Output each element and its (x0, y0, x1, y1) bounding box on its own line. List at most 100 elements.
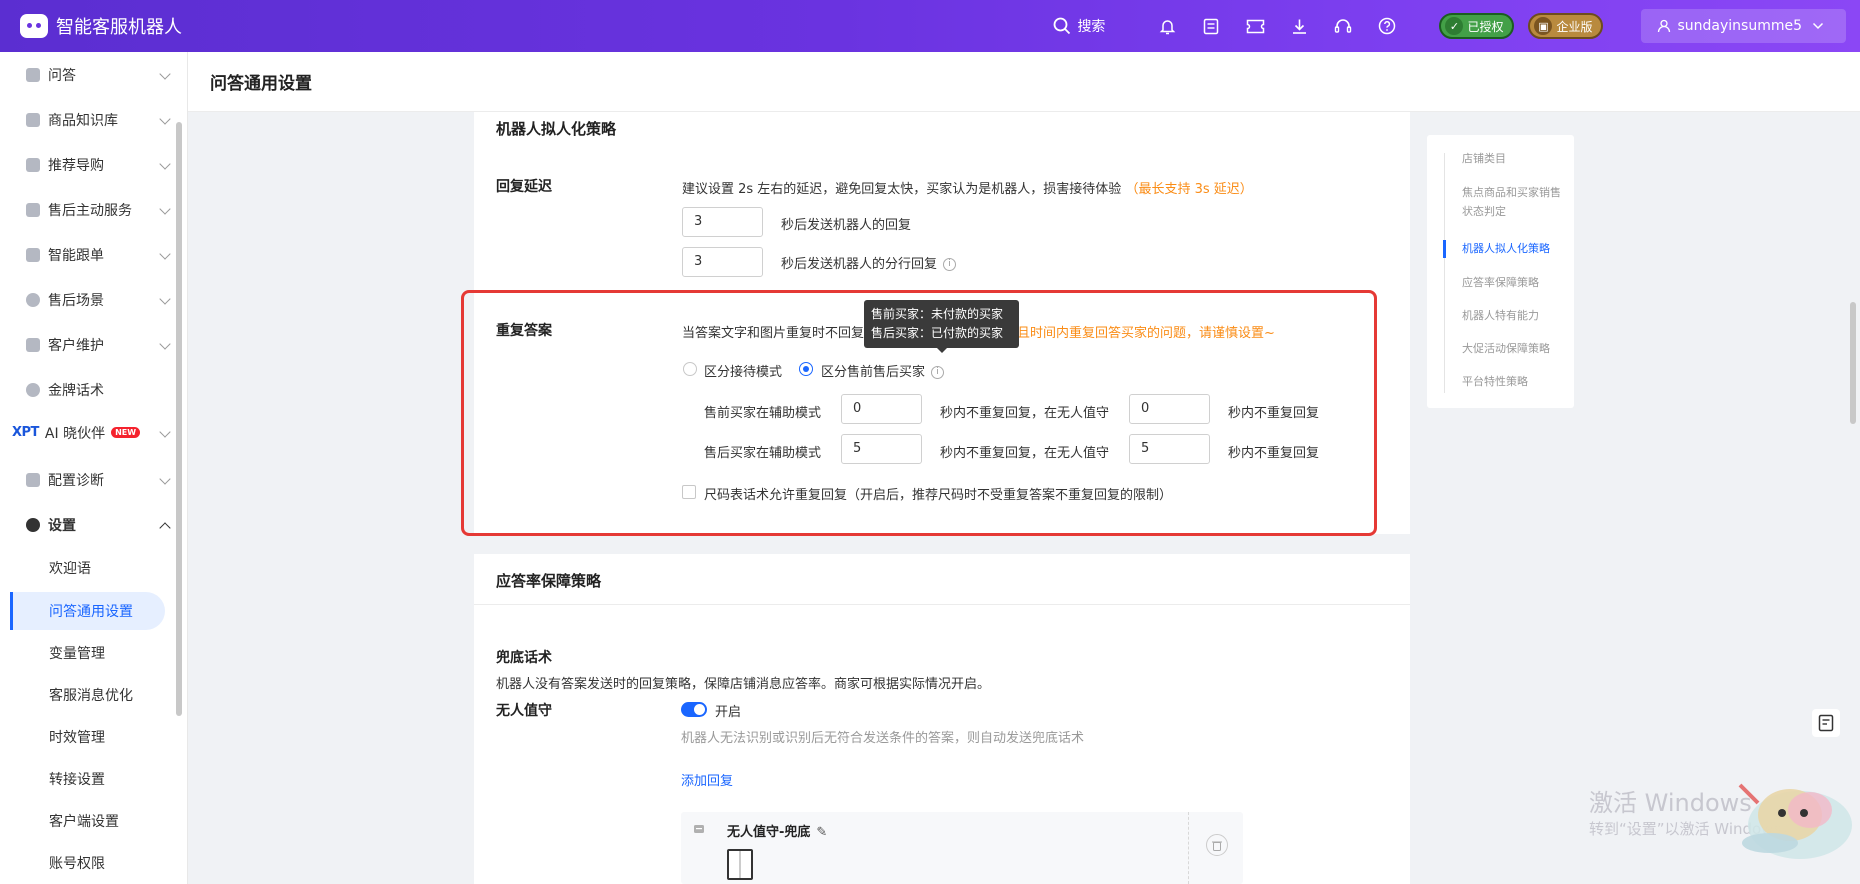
sidebar-subitem-message-optimize[interactable]: 客服消息优化 (10, 676, 165, 714)
sidebar-subitem-label: 客户端设置 (49, 814, 119, 830)
sidebar-item-ai-partner[interactable]: XPT AI 晓伙伴 NEW (0, 410, 175, 455)
sidebar-item-customer-care[interactable]: 客户维护 (0, 322, 175, 367)
sidebar-item-gold-scripts[interactable]: 金牌话术 (0, 367, 175, 412)
sidebar-item-settings[interactable]: 设置 (0, 502, 175, 547)
scene-icon (26, 292, 40, 307)
chevron-down-icon (159, 293, 171, 305)
authorized-badge: ✓ 已授权 (1439, 13, 1515, 39)
anchor-link-store-category[interactable]: 店铺类目 (1462, 149, 1562, 168)
sidebar-subitem-permissions[interactable]: 账号权限 (10, 844, 165, 882)
headset-icon[interactable] (1321, 0, 1365, 52)
split-delay-row: 秒后发送机器人的分行回复 i (781, 253, 957, 272)
sidebar-item-recommend[interactable]: 推荐导购 (0, 142, 175, 187)
fallback-title: 兜底话术 (496, 650, 552, 666)
sidebar: 问答 商品知识库 推荐导购 售后主动服务 智能跟单 售后场景 客户维护 金牌话术… (0, 52, 188, 884)
robot-logo-icon (20, 14, 48, 38)
chevron-down-icon (159, 113, 171, 125)
sidebar-item-smart-followup[interactable]: 智能跟单 (0, 232, 175, 277)
sidebar-subitem-welcome[interactable]: 欢迎语 (10, 549, 165, 587)
reply-image-thumbnail[interactable] (727, 849, 753, 880)
sidebar-item-config-diagnosis[interactable]: 配置诊断 (0, 457, 175, 502)
buyer-type-tooltip: 售前买家：未付款的买家 售后买家：已付款的买家 (864, 300, 1019, 353)
sidebar-item-label: 配置诊断 (48, 472, 104, 489)
reply-card-divider (1188, 812, 1189, 884)
reply-delay-hint-text: 建议设置 2s 左右的延迟，避免回复太快，买家认为是机器人，损害接待体验 (682, 182, 1122, 197)
help-icon[interactable] (1365, 0, 1409, 52)
sidebar-item-label: 客户维护 (48, 337, 104, 354)
reply-delay-hint-highlight: （最长支持 3s 延迟） (1125, 182, 1253, 197)
split-delay-input[interactable]: 3 (682, 247, 763, 277)
notification-bell-icon[interactable] (1145, 0, 1189, 52)
anchor-track (1444, 153, 1445, 393)
xpt-logo: XPT (12, 425, 39, 440)
anchor-link-promotion[interactable]: 大促活动保障策略 (1462, 339, 1562, 358)
search-button[interactable]: 搜索 (1053, 16, 1105, 36)
robot-strategy-title: 机器人拟人化策略 (496, 120, 617, 138)
mascot-illustration[interactable] (1700, 755, 1855, 863)
chevron-down-icon (159, 338, 171, 350)
anchor-link-focus-product[interactable]: 焦点商品和买家销售状态判定 (1462, 183, 1562, 221)
user-menu[interactable]: sundayinsumme5 (1641, 9, 1846, 43)
sidebar-subitem-timeliness[interactable]: 时效管理 (10, 718, 165, 756)
sidebar-subitem-transfer[interactable]: 转接设置 (10, 760, 165, 798)
fallback-desc: 机器人没有答案发送时的回复策略，保障店铺消息应答率。商家可根据实际情况开启。 (496, 677, 991, 692)
sidebar-item-label: 推荐导购 (48, 157, 104, 174)
diagnosis-icon (26, 472, 40, 487)
shopping-bag-icon (26, 112, 40, 127)
app-logo[interactable]: 智能客服机器人 (20, 13, 182, 39)
reply-delay-input[interactable]: 3 (682, 207, 763, 237)
unattended-toggle[interactable] (681, 702, 707, 717)
reply-card: 无人值守-兜底 ✎ (681, 812, 1243, 884)
ticket-icon[interactable] (1233, 0, 1277, 52)
sidebar-scrollbar[interactable] (176, 122, 182, 716)
reply-delay-label: 回复延迟 (496, 179, 552, 195)
chevron-down-icon (159, 203, 171, 215)
search-icon (1054, 17, 1071, 35)
sidebar-item-aftersale-service[interactable]: 售后主动服务 (0, 187, 175, 232)
unattended-label: 无人值守 (496, 703, 552, 719)
split-delay-text: 秒后发送机器人的分行回复 (781, 257, 938, 272)
delete-icon[interactable] (1206, 834, 1228, 856)
anchor-link-robot-strategy[interactable]: 机器人拟人化策略 (1462, 239, 1562, 258)
toggle-text: 开启 (715, 705, 742, 720)
task-list-icon[interactable] (1189, 0, 1233, 52)
page-title: 问答通用设置 (188, 52, 1860, 112)
chevron-up-icon (159, 522, 171, 534)
sidebar-subitem-variables[interactable]: 变量管理 (10, 634, 165, 672)
user-icon (1658, 19, 1671, 33)
username: sundayinsumme5 (1677, 18, 1802, 34)
main-scrollbar[interactable] (1850, 302, 1856, 424)
document-icon (26, 247, 40, 262)
sidebar-item-product-kb[interactable]: 商品知识库 (0, 97, 175, 142)
add-reply-link[interactable]: 添加回复 (681, 770, 733, 789)
new-badge: NEW (111, 427, 141, 438)
anchor-link-response-rate[interactable]: 应答率保障策略 (1462, 273, 1562, 292)
authorized-badge-label: 已授权 (1467, 19, 1504, 34)
sidebar-subitem-qa-general[interactable]: 问答通用设置 (10, 592, 165, 630)
enterprise-badge: ▣ 企业版 (1528, 13, 1604, 39)
sidebar-subitem-label: 变量管理 (49, 646, 105, 662)
info-icon[interactable]: i (943, 258, 957, 271)
gear-icon (26, 517, 40, 532)
sidebar-item-aftersale-scene[interactable]: 售后场景 (0, 277, 175, 322)
sidebar-item-label: 售后场景 (48, 292, 104, 309)
anchor-link-robot-abilities[interactable]: 机器人特有能力 (1462, 306, 1562, 325)
anchor-link-platform[interactable]: 平台特性策略 (1462, 372, 1562, 391)
app-title: 智能客服机器人 (56, 17, 182, 38)
service-icon (26, 202, 40, 217)
sidebar-subitem-label: 账号权限 (49, 856, 105, 872)
enterprise-icon: ▣ (1534, 17, 1553, 35)
sidebar-item-label: 商品知识库 (48, 112, 118, 129)
download-icon[interactable] (1277, 0, 1321, 52)
chevron-down-icon (159, 68, 171, 80)
sidebar-subitem-client[interactable]: 客户端设置 (10, 802, 165, 840)
edit-pencil-icon[interactable]: ✎ (816, 825, 827, 840)
card-divider (474, 604, 1410, 605)
unattended-desc: 机器人无法识别或识别后无符合发送条件的答案，则自动发送兜底话术 (681, 731, 1085, 746)
sidebar-subitem-label: 问答通用设置 (49, 604, 133, 620)
top-bar: 智能客服机器人 搜索 ✓ 已授权 ▣ 企业版 sundayinsumme5 (0, 0, 1860, 52)
customer-icon (26, 337, 40, 352)
sidebar-item-qa[interactable]: 问答 (0, 52, 175, 97)
feedback-float-button[interactable] (1812, 709, 1840, 737)
sidebar-item-label: 金牌话术 (48, 382, 104, 399)
